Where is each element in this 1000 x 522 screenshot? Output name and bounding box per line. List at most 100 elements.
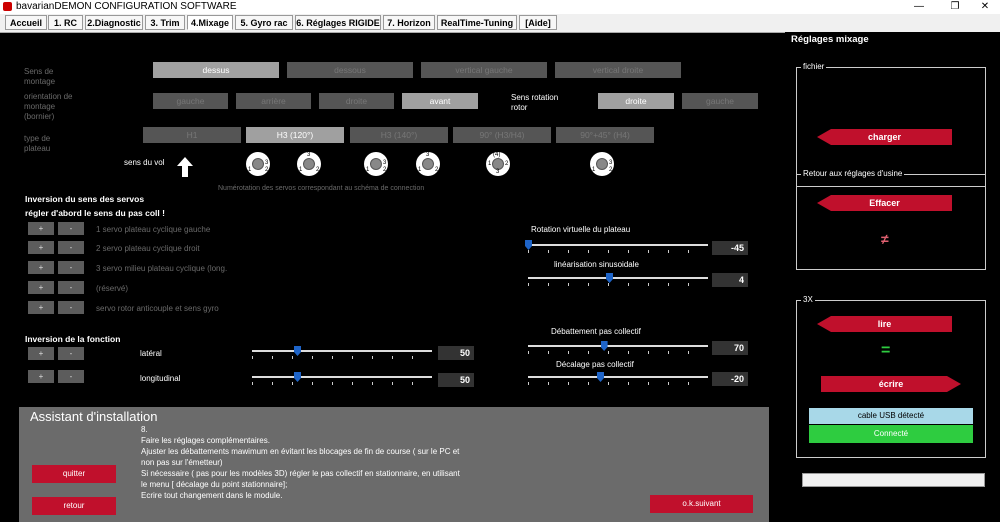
plate-label: type de plateau (24, 134, 51, 153)
collective-offset-slider[interactable] (528, 371, 708, 385)
orientation-option-arriere[interactable]: arrière (236, 93, 311, 109)
servo3-label: 3 servo milieu plateau cyclique (long. (96, 264, 228, 273)
servo1-minus-button[interactable]: - (58, 222, 84, 235)
longitudinal-plus-button[interactable]: + (28, 370, 54, 383)
servo5-minus-button[interactable]: - (58, 301, 84, 314)
erase-button[interactable]: Effacer (817, 195, 952, 211)
connection-status: Connecté (809, 425, 973, 443)
tab-reglages-rigide[interactable]: 6. Réglages RIGIDE (295, 15, 381, 30)
equal-icon: = (881, 342, 891, 359)
virtual-rotation-slider-thumb[interactable] (525, 240, 532, 250)
lateral-minus-button[interactable]: - (58, 347, 84, 360)
factory-reset-caption: Retour aux réglages d'usine (801, 169, 905, 178)
tab-rc[interactable]: 1. RC (48, 15, 83, 30)
servo4-label: (réservé) (96, 284, 129, 293)
servo4-plus-button[interactable]: + (28, 281, 54, 294)
up-arrow-icon (177, 157, 193, 177)
virtual-rotation-value[interactable]: -45 (712, 241, 748, 255)
mounting-option-dessus[interactable]: dessus (153, 62, 279, 78)
lateral-slider[interactable] (252, 345, 432, 359)
sinus-linearization-slider-thumb[interactable] (606, 273, 613, 283)
plate-option-90-h3h4[interactable]: 90° (H3/H4) (453, 127, 551, 143)
orientation-option-avant[interactable]: avant (402, 93, 478, 109)
title-bar: bavarianDEMON CONFIGURATION SOFTWARE — ❐… (0, 0, 1000, 14)
tab-mixage[interactable]: 4.Mixage (187, 15, 233, 30)
tab-gyro-rac[interactable]: 5. Gyro rac (235, 15, 293, 30)
lateral-plus-button[interactable]: + (28, 347, 54, 360)
not-equal-icon: ≠ (881, 231, 889, 247)
servo-diagram-h1: 1 3 2 (246, 152, 270, 176)
tab-bar: Accueil 1. RC 2.Diagnostic 3. Trim 4.Mix… (0, 14, 1000, 33)
file-group-caption: fichier (801, 62, 827, 71)
back-button[interactable]: retour (32, 497, 116, 515)
servo-diagram-h3-140-a: 1 3 2 (364, 152, 388, 176)
collective-offset-label: Décalage pas collectif (556, 360, 634, 369)
quit-button[interactable]: quitter (32, 465, 116, 483)
tab-aide[interactable]: [Aide] (519, 15, 557, 30)
longitudinal-slider-thumb[interactable] (294, 372, 301, 382)
collective-offset-slider-thumb[interactable] (597, 372, 604, 382)
maximize-button[interactable]: ❐ (940, 0, 970, 14)
servo4-minus-button[interactable]: - (58, 281, 84, 294)
rotor-option-gauche[interactable]: gauche (682, 93, 758, 109)
rotor-option-droite[interactable]: droite (598, 93, 674, 109)
close-button[interactable]: ✕ (970, 0, 1000, 14)
longitudinal-minus-button[interactable]: - (58, 370, 84, 383)
servo5-label: servo rotor anticouple et sens gyro (96, 304, 219, 313)
lateral-slider-thumb[interactable] (294, 346, 301, 356)
load-button[interactable]: charger (817, 129, 952, 145)
tab-accueil[interactable]: Accueil (5, 15, 47, 30)
mounting-option-dessous[interactable]: dessous (287, 62, 413, 78)
progress-bar (802, 473, 985, 487)
servo-diagram-90-45: 1 3 2 (590, 152, 614, 176)
assistant-panel: Assistant d'installation 8. Faire les ré… (19, 407, 769, 522)
lateral-label: latéral (140, 349, 162, 358)
sinus-linearization-value[interactable]: 4 (712, 273, 748, 287)
mounting-label: Sens de montage (24, 67, 56, 86)
servo2-plus-button[interactable]: + (28, 241, 54, 254)
usb-status: cable USB détecté (809, 408, 973, 424)
assistant-instructions: Faire les réglages complémentaires. Ajus… (141, 436, 460, 500)
servo1-plus-button[interactable]: + (28, 222, 54, 235)
orientation-option-droite[interactable]: droite (319, 93, 394, 109)
tab-diagnostic[interactable]: 2.Diagnostic (85, 15, 143, 30)
servo-inversion-subtitle: régler d'abord le sens du pas coll ! (25, 208, 165, 218)
longitudinal-value[interactable]: 50 (438, 373, 474, 387)
right-panel-title: Réglages mixage (791, 34, 869, 45)
mounting-option-vertical-gauche[interactable]: vertical gauche (421, 62, 547, 78)
lateral-value[interactable]: 50 (438, 346, 474, 360)
virtual-rotation-label: Rotation virtuelle du plateau (531, 225, 631, 234)
write-button[interactable]: écrire (821, 376, 961, 392)
collective-offset-value[interactable]: -20 (712, 372, 748, 386)
collective-travel-value[interactable]: 70 (712, 341, 748, 355)
longitudinal-slider[interactable] (252, 371, 432, 385)
x3-group: 3X lire = écrire cable USB détecté Conne… (796, 295, 986, 458)
read-button[interactable]: lire (817, 316, 952, 332)
virtual-rotation-slider[interactable] (525, 239, 708, 253)
orientation-option-gauche[interactable]: gauche (153, 93, 228, 109)
sinus-linearization-label: linéarisation sinusoidale (554, 260, 639, 269)
servo3-plus-button[interactable]: + (28, 261, 54, 274)
app-icon (3, 2, 12, 11)
mounting-option-vertical-droite[interactable]: vertical droite (555, 62, 681, 78)
servo-diagram-h3-140-b: 3 1 2 (416, 152, 440, 176)
tab-realtime-tuning[interactable]: RealTime-Tuning (437, 15, 517, 30)
servo5-plus-button[interactable]: + (28, 301, 54, 314)
collective-travel-slider[interactable] (528, 340, 708, 354)
servo2-minus-button[interactable]: - (58, 241, 84, 254)
minimize-button[interactable]: — (904, 0, 934, 14)
tab-horizon[interactable]: 7. Horizon (383, 15, 435, 30)
plate-option-h3-120[interactable]: H3 (120°) (246, 127, 344, 143)
servo3-minus-button[interactable]: - (58, 261, 84, 274)
servo-diagram-h3-120: 3 1 2 (297, 152, 321, 176)
tab-trim[interactable]: 3. Trim (145, 15, 185, 30)
plate-option-h1[interactable]: H1 (143, 127, 241, 143)
plate-option-90-45-h4[interactable]: 90°+45° (H4) (556, 127, 654, 143)
sinus-linearization-slider[interactable] (528, 272, 708, 286)
plate-option-h3-140[interactable]: H3 (140°) (350, 127, 448, 143)
factory-reset-group: Retour aux réglages d'usine Effacer ≠ (796, 169, 986, 270)
assistant-title: Assistant d'installation (30, 409, 158, 424)
next-button[interactable]: o.k.suivant (650, 495, 753, 513)
x3-group-caption: 3X (801, 295, 815, 304)
collective-travel-slider-thumb[interactable] (600, 341, 608, 351)
